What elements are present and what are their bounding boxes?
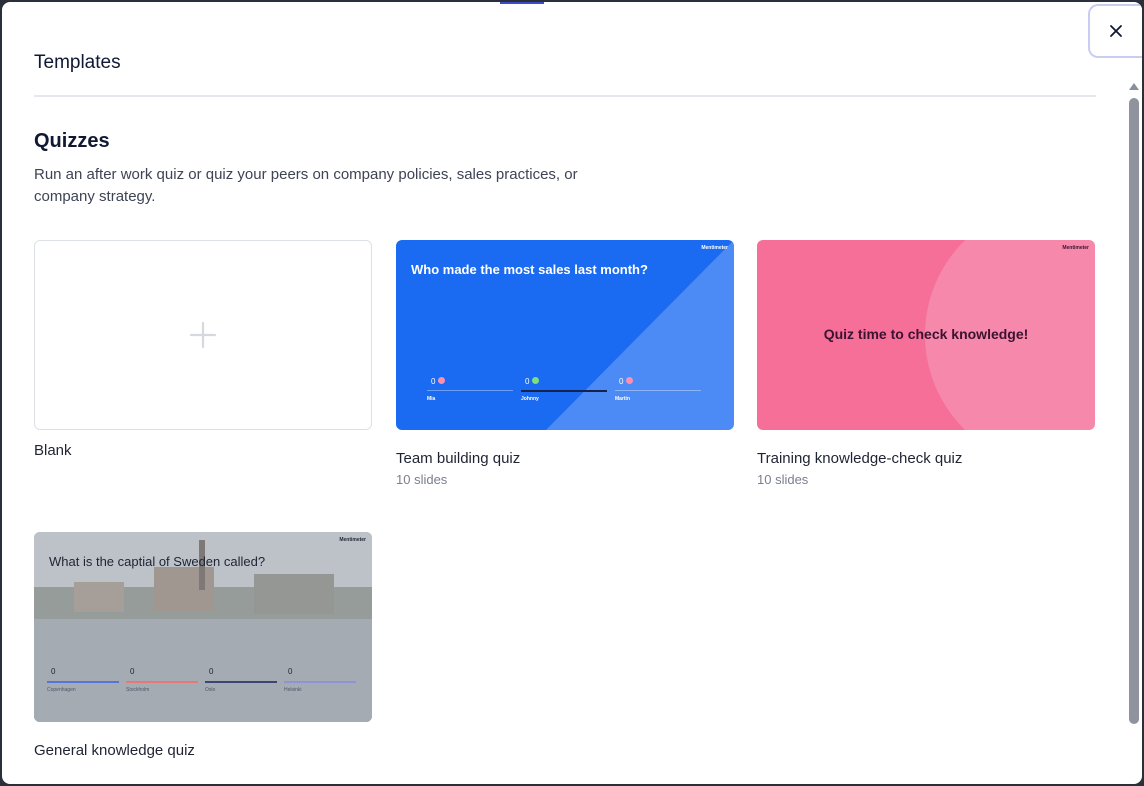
mentimeter-logo: Mentimeter [1062,245,1089,251]
template-name: Team building quiz [396,450,521,467]
section-description: Run an after work quiz or quiz your peer… [34,166,578,205]
result-label: Mia [427,396,436,402]
scrollbar-thumb[interactable] [1129,98,1139,724]
section-title: Quizzes [34,130,110,152]
result-label: Johnny [521,396,539,402]
template-thumbnail[interactable]: Mentimeter Who made the most sales last … [396,240,734,430]
emoji-icon [532,377,539,384]
result-label: Stockholm [126,687,150,693]
slide-question: What is the captial of Sweden called? [49,554,266,569]
template-card-general-knowledge-quiz[interactable]: Mentimeter What is the captial of Sweden… [34,532,372,759]
template-name: General knowledge quiz [34,742,195,759]
result-value: 0 [431,377,436,386]
result-bar [47,681,119,683]
result-value: 0 [619,377,624,386]
templates-modal: Templates Quizzes Run an after work quiz… [2,2,1142,784]
emoji-icon [626,377,633,384]
scroll-up-arrow-icon[interactable] [1129,83,1139,90]
result-bar [427,390,513,391]
close-button[interactable] [1088,4,1142,58]
result-label: Copenhagen [47,687,76,693]
close-icon [1110,25,1122,37]
result-bar [615,390,701,391]
template-card-team-building-quiz[interactable]: Mentimeter Who made the most sales last … [396,240,734,487]
slide-question: Quiz time to check knowledge! [823,326,1029,342]
result-value: 0 [209,667,214,676]
result-bar [126,681,198,683]
template-thumbnail[interactable]: Mentimeter What is the captial of Sweden… [34,532,372,722]
result-bar [205,681,277,683]
template-name: Blank [34,442,72,459]
result-value: 0 [525,377,530,386]
result-value: 0 [51,667,56,676]
result-bar [521,390,607,392]
result-value: 0 [288,667,293,676]
template-name: Training knowledge-check quiz [757,450,963,467]
template-thumbnail[interactable]: Mentimeter Quiz time to check knowledge! [757,240,1095,430]
result-label: Helsinki [284,687,302,693]
plus-icon [189,321,217,349]
result-label: Oslo [205,687,216,693]
top-accent-bar [500,2,544,4]
template-slide-count: 10 slides [757,472,809,487]
mentimeter-logo: Mentimeter [701,245,728,251]
template-slide-count: 10 slides [396,472,448,487]
modal-title: Templates [34,52,121,73]
slide-question: Who made the most sales last month? [411,262,648,277]
scrollbar[interactable] [1129,98,1139,724]
mentimeter-logo: Mentimeter [339,537,366,543]
template-card-blank[interactable]: Blank [34,240,372,459]
template-card-training-knowledge-check-quiz[interactable]: Mentimeter Quiz time to check knowledge!… [757,240,1095,487]
template-thumbnail[interactable] [34,240,372,430]
header-divider [34,95,1096,97]
result-bar [284,681,356,683]
emoji-icon [438,377,445,384]
result-value: 0 [130,667,135,676]
result-label: Martin [615,396,630,402]
